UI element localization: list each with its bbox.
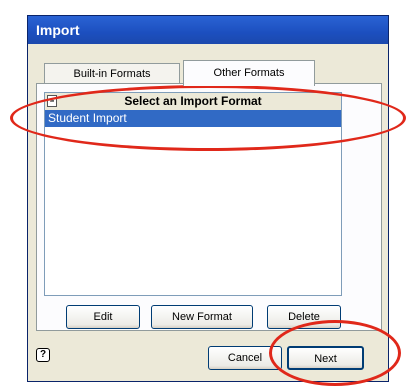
tab-other-formats[interactable]: Other Formats: [183, 60, 315, 86]
next-button[interactable]: Next: [287, 346, 364, 370]
help-icon[interactable]: ?: [36, 348, 50, 362]
list-header: ≡ Select an Import Format: [45, 93, 341, 111]
edit-button[interactable]: Edit: [66, 305, 140, 329]
list-header-label: Select an Import Format: [124, 94, 262, 108]
import-dialog: Import Built-in Formats Other Formats ≡ …: [27, 15, 389, 382]
import-format-list[interactable]: ≡ Select an Import Format Student Import: [44, 92, 342, 296]
list-item-student-import[interactable]: Student Import: [45, 110, 341, 127]
dialog-title: Import: [28, 16, 388, 44]
new-format-button[interactable]: New Format: [151, 305, 253, 329]
document-icon: ≡: [47, 95, 57, 107]
delete-button[interactable]: Delete: [267, 305, 341, 329]
cancel-button[interactable]: Cancel: [208, 346, 282, 370]
tab-built-in-formats[interactable]: Built-in Formats: [44, 63, 180, 84]
